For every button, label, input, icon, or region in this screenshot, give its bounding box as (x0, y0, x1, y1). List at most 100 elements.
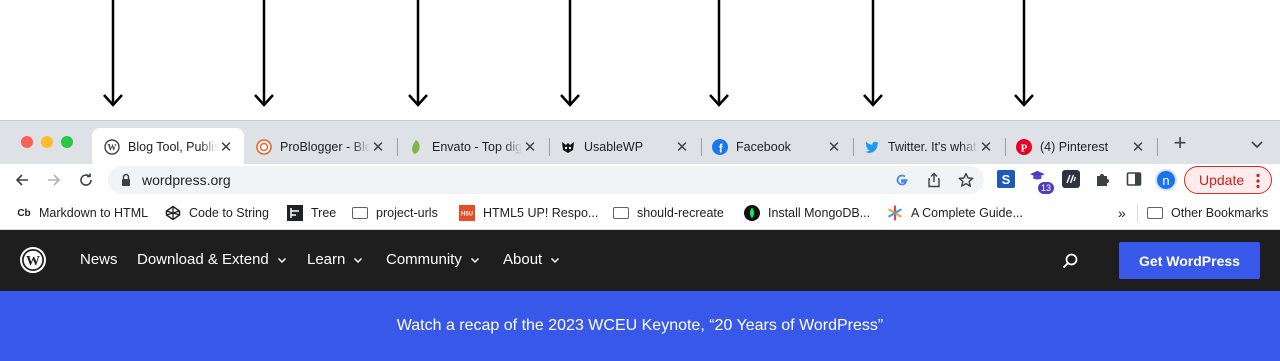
tab-title: UsableWP (584, 139, 644, 154)
tab-title: ProBlogger - Blog Tips (280, 139, 370, 154)
bookmark-item[interactable]: H5U HTML5 UP! Respo... (459, 204, 598, 222)
tree-icon (287, 205, 303, 221)
arrow-annotation (103, 0, 123, 107)
html5up-icon: H5U (459, 205, 475, 221)
bookmark-label: A Complete Guide... (911, 206, 1023, 220)
tab-title: (4) Pinterest (1040, 139, 1109, 154)
twitter-icon (864, 139, 880, 155)
reload-icon (80, 173, 92, 186)
wappalyzer-extension-icon[interactable] (1062, 170, 1080, 188)
chevron-down-icon (277, 257, 286, 263)
chevron-down-icon (551, 257, 560, 263)
tab-close-icon[interactable]: ✕ (522, 138, 538, 156)
codepen-icon (165, 205, 181, 221)
update-button[interactable]: Update (1184, 166, 1272, 194)
nav-download-extend[interactable]: Download & Extend (137, 251, 287, 268)
get-wordpress-button[interactable]: Get WordPress (1119, 242, 1260, 279)
tab-close-icon[interactable]: ✕ (674, 138, 690, 156)
back-button[interactable] (12, 170, 32, 190)
folder-icon (1147, 205, 1163, 221)
tab-close-icon[interactable]: ✕ (370, 138, 386, 156)
share-icon[interactable] (926, 172, 942, 188)
wordpress-logo-icon[interactable]: W (20, 247, 46, 273)
google-icon[interactable] (894, 172, 910, 188)
window-zoom-button[interactable] (61, 136, 73, 148)
bookmark-folder[interactable]: should-recreate (613, 204, 724, 222)
chevron-down-icon (354, 257, 363, 263)
avatar[interactable]: n (1155, 169, 1177, 191)
tab-pinterest[interactable]: P (4) Pinterest ✕ (1004, 128, 1156, 165)
arrow-annotation (1014, 0, 1034, 107)
svg-text:W: W (108, 142, 117, 152)
mongodb-icon (744, 205, 760, 221)
tab-usablewp[interactable]: UsableWP ✕ (548, 128, 700, 165)
nav-community[interactable]: Community (386, 251, 480, 268)
arrow-left-icon (15, 174, 28, 186)
chevron-down-icon (470, 257, 479, 263)
arrow-right-icon (48, 174, 61, 186)
sidebar-icon[interactable] (1125, 170, 1143, 188)
nav-learn[interactable]: Learn (307, 251, 363, 268)
announcement-banner[interactable]: Watch a recap of the 2023 WCEU Keynote, … (0, 291, 1280, 361)
bookmark-star-icon[interactable] (958, 172, 974, 188)
bookmark-folder[interactable]: project-urls (352, 204, 438, 222)
tab-envato[interactable]: Envato - Top digital assets ✕ (396, 128, 548, 165)
extension-badge: 13 (1038, 182, 1055, 194)
svg-text:H5U: H5U (461, 212, 473, 218)
svg-text:S: S (1002, 172, 1011, 187)
tab-close-icon[interactable]: ✕ (1130, 138, 1146, 156)
new-tab-button[interactable]: + (1170, 132, 1190, 154)
tab-close-icon[interactable]: ✕ (826, 138, 842, 156)
bookmark-label: HTML5 UP! Respo... (483, 206, 599, 220)
reload-button[interactable] (76, 170, 96, 190)
window-close-button[interactable] (21, 136, 33, 148)
tab-title: Facebook (736, 139, 791, 154)
folder-icon (613, 205, 629, 221)
tab-wordpress[interactable]: W Blog Tool, Publishing Platform, and CM… (92, 128, 244, 165)
arrow-annotation (408, 0, 428, 107)
nav-about[interactable]: About (503, 251, 560, 268)
avatar-initial: n (1162, 172, 1170, 188)
window-minimize-button[interactable] (41, 136, 53, 148)
url-text: wordpress.org (142, 172, 231, 188)
nav-label: Community (386, 251, 462, 268)
search-icon[interactable] (1061, 252, 1079, 270)
arrow-annotation (863, 0, 883, 107)
other-bookmarks-folder[interactable]: Other Bookmarks (1147, 204, 1268, 222)
puzzle-icon[interactable] (1094, 170, 1112, 188)
bookmark-label: Tree (311, 206, 337, 220)
bookmarks-divider (1137, 204, 1138, 222)
bookmark-label: Install MongoDB... (768, 206, 871, 220)
s-extension-icon[interactable]: S (997, 170, 1015, 188)
bookmark-item[interactable]: Cb Markdown to HTML (15, 204, 148, 222)
bookmark-item[interactable]: Tree (287, 204, 336, 222)
chevron-down-icon[interactable] (1250, 137, 1264, 151)
tab-problogger[interactable]: ProBlogger - Blog Tips ✕ (244, 128, 396, 165)
folder-icon (352, 205, 368, 221)
address-bar[interactable]: wordpress.org (108, 166, 984, 194)
more-vert-icon (1256, 173, 1260, 189)
browser-window: W Blog Tool, Publishing Platform, and CM… (0, 120, 1280, 361)
bookmark-item[interactable]: Install MongoDB... (744, 204, 870, 222)
bookmark-item[interactable]: Code to String (165, 204, 269, 222)
bookmark-item[interactable]: A Complete Guide... (887, 204, 1023, 222)
facebook-icon: f (712, 138, 728, 155)
update-label: Update (1199, 172, 1245, 188)
svg-text:P: P (1021, 142, 1028, 154)
tab-facebook[interactable]: f Facebook ✕ (700, 128, 852, 165)
tab-close-icon[interactable]: ✕ (978, 138, 994, 156)
svg-text:W: W (26, 254, 40, 269)
envato-icon (408, 139, 424, 155)
tab-title: Envato - Top digital assets (432, 139, 522, 154)
usablewp-icon (560, 139, 576, 155)
wordpress-icon: W (104, 138, 120, 155)
bookmarks-overflow-button[interactable]: » (1118, 204, 1126, 222)
pinterest-icon: P (1016, 138, 1032, 155)
bookmarks-bar: Cb Markdown to HTML Code to String Tree … (0, 196, 1280, 230)
tab-close-icon[interactable]: ✕ (218, 138, 234, 156)
bookmark-label: Markdown to HTML (39, 206, 149, 220)
tab-twitter[interactable]: Twitter. It's what's happening ✕ (852, 128, 1004, 165)
forward-button[interactable] (44, 170, 64, 190)
nav-news[interactable]: News (80, 251, 118, 268)
nav-label: Download & Extend (137, 251, 269, 268)
